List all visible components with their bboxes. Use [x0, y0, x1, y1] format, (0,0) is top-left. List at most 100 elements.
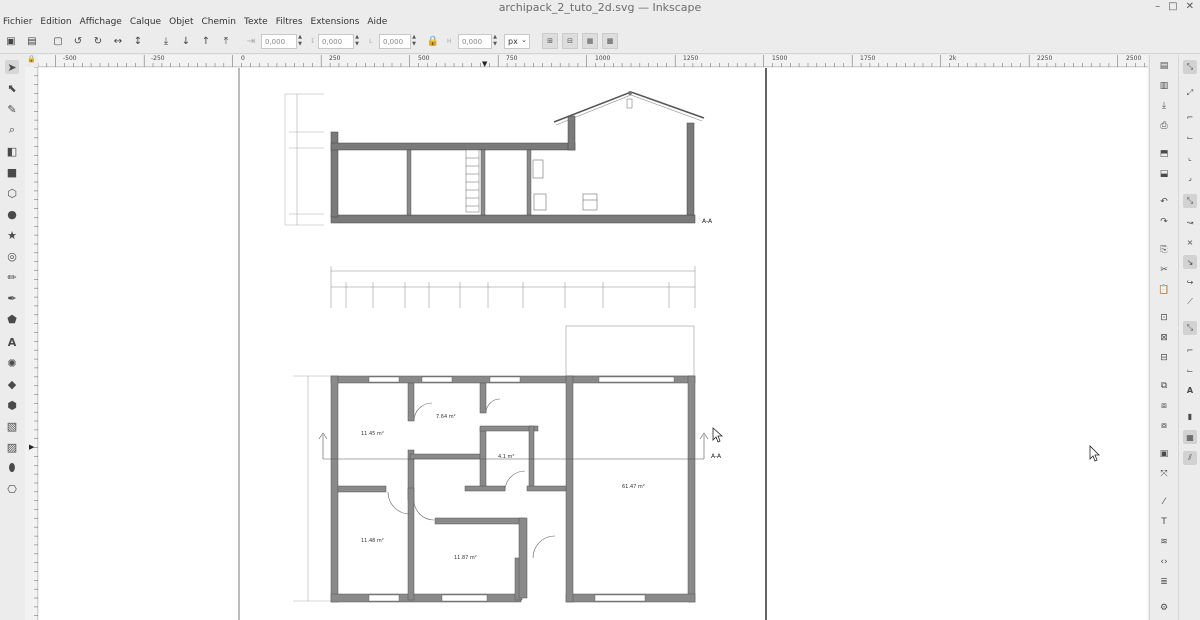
menu-chemin[interactable]: Chemin — [198, 15, 241, 29]
section-view[interactable]: A-A — [284, 91, 713, 226]
cut-icon[interactable]: ✂ — [1158, 264, 1170, 276]
snap-path-icon[interactable]: ↝ — [1183, 215, 1197, 229]
redo-icon[interactable]: ↷ — [1158, 216, 1170, 228]
lower-icon[interactable]: ↓ — [180, 35, 192, 47]
save-icon[interactable]: ⤓ — [1158, 100, 1170, 112]
text-tool-icon[interactable]: A — [5, 335, 19, 349]
zoom-tool-icon[interactable]: ⌕ — [5, 123, 19, 137]
spiral-tool-icon[interactable]: ◎ — [5, 249, 19, 263]
snap-midpoint-icon[interactable]: ⟋ — [1183, 295, 1197, 309]
unit-select[interactable]: px ⌄ — [504, 34, 530, 49]
menu-extensions[interactable]: Extensions — [308, 15, 365, 29]
menu-texte[interactable]: Texte — [241, 15, 273, 29]
pencil-tool-icon[interactable]: ✏ — [5, 270, 19, 284]
menu-calque[interactable]: Calque — [127, 15, 166, 29]
eraser-tool-icon[interactable]: ◆ — [5, 377, 19, 391]
fill-stroke-icon[interactable]: ⁄ — [1158, 496, 1170, 508]
copy-icon[interactable]: ⎘ — [1158, 244, 1170, 256]
minimize-icon[interactable]: – — [1155, 1, 1160, 12]
snap-text-baseline-icon[interactable]: A — [1183, 383, 1197, 397]
clone-icon[interactable]: ⧈ — [1158, 400, 1170, 412]
group-icon[interactable]: ▣ — [1158, 448, 1170, 460]
zoom-page-icon[interactable]: ⊟ — [1158, 352, 1170, 364]
calligraphy-tool-icon[interactable]: ⬟ — [5, 312, 19, 326]
height-field[interactable]: 0,000 — [458, 34, 492, 49]
node-tool-icon[interactable]: ⬉ — [5, 81, 19, 95]
snap-others-icon[interactable]: ⤡ — [1183, 321, 1197, 335]
menu-edition[interactable]: Edition — [37, 15, 76, 29]
horizontal-ruler[interactable]: -500 -250 0 250 500 750 1000 1250 1500 1… — [38, 55, 1148, 68]
rotate-cw-icon[interactable]: ↻ — [92, 35, 104, 47]
preferences-icon[interactable]: ⚙ — [1158, 602, 1170, 614]
snap-bbox-midpoint-icon[interactable]: ⌞ — [1183, 150, 1197, 164]
canvas[interactable]: A-A A-A 11.45 m² 7.64 m² 4.1 m² 61.47 m²… — [39, 68, 1148, 620]
height-spinner[interactable]: ▲ ▼ — [492, 34, 498, 49]
snap-smooth-icon[interactable]: ↪ — [1183, 275, 1197, 289]
snap-cusp-icon[interactable]: ↘ — [1183, 255, 1197, 269]
menu-objet[interactable]: Objet — [166, 15, 198, 29]
flip-vertical-icon[interactable]: ↕ — [132, 35, 144, 47]
drawing-svg[interactable]: A-A A-A 11.45 m² 7.64 m² 4.1 m² 61.47 m²… — [39, 68, 1148, 620]
ungroup-icon[interactable]: ⤧ — [1158, 468, 1170, 480]
duplicate-icon[interactable]: ⧉ — [1158, 380, 1170, 392]
connector-tool-icon[interactable]: ⎔ — [5, 482, 19, 496]
spray-tool-icon[interactable]: ✺ — [5, 356, 19, 370]
y-field[interactable]: 0,000 — [318, 34, 354, 49]
rotate-ccw-icon[interactable]: ↺ — [72, 35, 84, 47]
unlink-clone-icon[interactable]: ⧇ — [1158, 420, 1170, 432]
gradient-tool-icon[interactable]: ▧ — [5, 419, 19, 433]
floor-plan[interactable]: A-A 11.45 m² 7.64 m² 4.1 m² 61.47 m² 11.… — [293, 325, 722, 603]
snap-intersection-icon[interactable]: ⨯ — [1183, 235, 1197, 249]
move-patterns-toggle[interactable]: ▩ — [602, 33, 618, 49]
scale-stroke-toggle[interactable]: ⊞ — [542, 33, 558, 49]
menu-fichier[interactable]: Fichier — [0, 15, 37, 29]
width-spinner[interactable]: ▲ ▼ — [411, 34, 417, 49]
snap-bbox-icon[interactable]: ⤢ — [1183, 86, 1197, 100]
3d-box-tool-icon[interactable]: ⬡ — [5, 186, 19, 200]
ellipse-tool-icon[interactable]: ● — [5, 207, 19, 221]
zoom-selection-icon[interactable]: ⊡ — [1158, 312, 1170, 324]
x-field[interactable]: 0,000 — [261, 34, 297, 49]
import-icon[interactable]: ⬒ — [1158, 148, 1170, 160]
pen-tool-icon[interactable]: ✒ — [5, 291, 19, 305]
paint-bucket-tool-icon[interactable]: ⬢ — [5, 398, 19, 412]
menu-filtres[interactable]: Filtres — [273, 15, 308, 29]
scale-corners-toggle[interactable]: ⊟ — [562, 33, 578, 49]
width-field[interactable]: 0,000 — [379, 34, 411, 49]
move-gradients-toggle[interactable]: ▦ — [582, 33, 598, 49]
zoom-drawing-icon[interactable]: ⊠ — [1158, 332, 1170, 344]
snap-bbox-corner-icon[interactable]: ⌙ — [1183, 130, 1197, 144]
snap-nodes-icon[interactable]: ⤡ — [1183, 194, 1197, 208]
snap-guide-icon[interactable]: ⫽ — [1183, 451, 1197, 465]
flip-horizontal-icon[interactable]: ↔ — [112, 35, 124, 47]
menu-aide[interactable]: Aide — [364, 15, 392, 29]
close-icon[interactable]: ✕ — [1186, 1, 1194, 12]
raise-to-top-icon[interactable]: ⤒ — [220, 35, 232, 47]
snap-bbox-edge-icon[interactable]: ⌐ — [1183, 110, 1197, 124]
print-icon[interactable]: ⎙ — [1158, 120, 1170, 132]
snap-page-border-icon[interactable]: ▮ — [1183, 409, 1197, 423]
snap-bbox-center-icon[interactable]: ⌟ — [1183, 170, 1197, 184]
snap-grid-icon[interactable]: ▦ — [1183, 430, 1197, 444]
y-spinner[interactable]: ▲ ▼ — [354, 34, 360, 49]
export-icon[interactable]: ⬓ — [1158, 168, 1170, 180]
rectangle-tool-icon[interactable]: ■ — [5, 165, 19, 179]
xml-editor-icon[interactable]: ‹› — [1158, 556, 1170, 568]
layers-icon[interactable]: ≋ — [1158, 536, 1170, 548]
mesh-tool-icon[interactable]: ▨ — [5, 440, 19, 454]
selector-tool-icon[interactable]: ➤ — [5, 60, 19, 74]
lower-to-bottom-icon[interactable]: ⤓ — [160, 35, 172, 47]
raise-icon[interactable]: ↑ — [200, 35, 212, 47]
select-all-layers-icon[interactable]: ▤ — [26, 35, 38, 47]
x-spinner[interactable]: ▲ ▼ — [297, 34, 303, 49]
snap-toggle-icon[interactable]: ⤡ — [1183, 60, 1197, 74]
undo-icon[interactable]: ↶ — [1158, 196, 1170, 208]
open-document-icon[interactable]: ▥ — [1158, 80, 1170, 92]
paste-icon[interactable]: 📋 — [1158, 284, 1170, 296]
lock-icon[interactable]: 🔒 — [427, 35, 439, 47]
tweak-tool-icon[interactable]: ✎ — [5, 102, 19, 116]
text-font-icon[interactable]: T — [1158, 516, 1170, 528]
menu-affichage[interactable]: Affichage — [77, 15, 127, 29]
snap-rotation-center-icon[interactable]: ⌙ — [1183, 363, 1197, 377]
select-all-icon[interactable]: ▣ — [5, 35, 17, 47]
